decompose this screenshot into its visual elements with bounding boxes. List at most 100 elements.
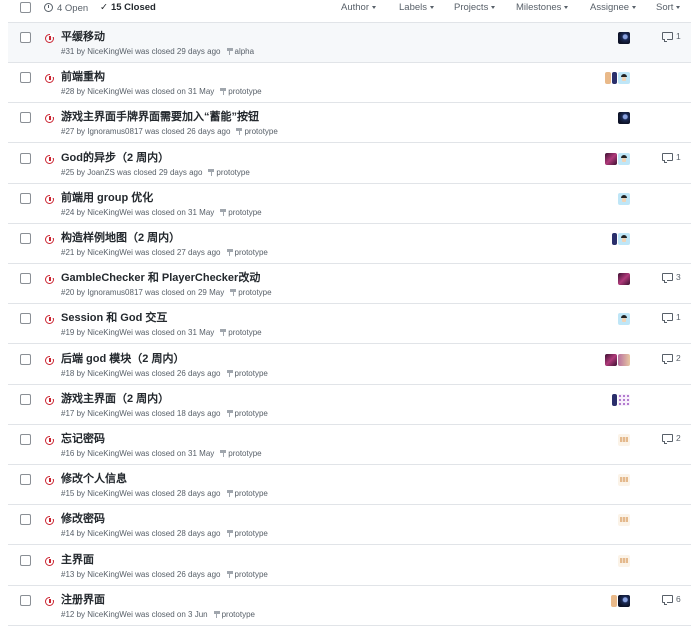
milestones-filter-dropdown[interactable]: Milestones [516,2,569,14]
milestone-link[interactable]: prototype [226,570,268,580]
avatar[interactable] [605,72,611,85]
issue-title-link[interactable]: 前端用 group 优化 [61,191,153,205]
issue-checkbox[interactable] [20,273,31,285]
issue-checkbox[interactable] [20,313,31,325]
issue-row[interactable]: 注册界面 #12 by NiceKingWei was closed on 3 J… [8,585,691,626]
issue-title-link[interactable]: 后端 god 模块（2 周内） [61,352,184,366]
milestone-link[interactable]: prototype [213,610,255,620]
issue-title-link[interactable]: 忘记密码 [61,432,105,446]
issue-checkbox[interactable] [20,32,31,43]
comments-link[interactable]: 1 [662,311,681,324]
avatar[interactable] [618,233,630,245]
avatar[interactable] [618,434,630,446]
avatar[interactable] [618,192,630,205]
issue-title-link[interactable]: 注册界面 [61,593,105,607]
issue-checkbox[interactable] [20,353,31,365]
milestone-link[interactable]: prototype [226,369,268,379]
avatar[interactable] [618,514,630,527]
milestone-link[interactable]: prototype [226,489,268,499]
issue-title-link[interactable]: 修改密码 [61,512,105,526]
avatar[interactable] [618,112,630,125]
issue-checkbox[interactable] [20,112,31,124]
issue-row[interactable]: GambleChecker 和 PlayerChecker改动 #20 by Ig… [8,264,691,305]
select-all-checkbox[interactable] [20,2,31,13]
comments-link[interactable]: 6 [662,593,681,605]
comments-link[interactable]: 2 [662,352,681,364]
milestone-link[interactable]: prototype [230,288,272,298]
issue-title-link[interactable]: GambleChecker 和 PlayerChecker改动 [61,271,260,285]
avatar[interactable] [605,353,617,366]
issue-row[interactable]: 忘记密码 #16 by NiceKingWei was closed on 31 … [8,425,691,465]
issue-row[interactable]: God的异步（2 周内） #25 by JoanZS was closed 29 … [8,143,691,184]
issue-row[interactable]: 前端重构 #28 by NiceKingWei was closed on 31 … [8,63,691,104]
issue-checkbox[interactable] [20,192,31,204]
avatar[interactable] [618,32,630,44]
comments-link[interactable]: 2 [662,432,681,444]
closed-issues-filter[interactable]: ✓ 15 Closed [100,2,156,14]
avatar[interactable] [612,233,617,245]
milestone-link[interactable]: prototype [220,449,262,459]
issue-row[interactable]: 修改个人信息 #15 by NiceKingWei was closed 28 d… [8,465,691,506]
issue-title-link[interactable]: 主界面 [61,553,94,567]
milestone-link[interactable]: prototype [220,87,262,97]
avatar[interactable] [618,353,630,366]
milestone-link[interactable]: prototype [226,409,268,419]
issue-row[interactable]: 游戏主界面手牌界面需要加入“蓄能”按钮 #27 by Ignoramus0817 … [8,103,691,144]
issue-row[interactable]: 前端用 group 优化 #24 by NiceKingWei was close… [8,183,691,224]
issue-row[interactable]: 后端 god 模块（2 周内） #18 by NiceKingWei was cl… [8,344,691,385]
issue-title-link[interactable]: 构造样例地图（2 周内） [61,231,180,245]
milestone-link[interactable]: prototype [220,328,262,338]
milestone-link[interactable]: prototype [208,168,250,178]
issue-row[interactable]: 主界面 #13 by NiceKingWei was closed 26 days… [8,545,691,586]
avatar[interactable] [618,594,630,607]
avatar[interactable] [618,474,630,487]
issue-title-link[interactable]: 游戏主界面（2 周内） [61,392,169,406]
projects-filter-dropdown[interactable]: Projects [454,2,496,14]
avatar[interactable] [612,72,617,85]
issue-title-link[interactable]: 修改个人信息 [61,472,127,486]
comments-link[interactable]: 1 [662,151,681,163]
issue-checkbox[interactable] [20,474,31,486]
milestone-link[interactable]: prototype [226,529,268,539]
issue-checkbox[interactable] [20,72,31,84]
issue-title-link[interactable]: 游戏主界面手牌界面需要加入“蓄能”按钮 [61,110,259,124]
avatar[interactable] [605,152,617,165]
avatar[interactable] [611,594,617,607]
issue-title-link[interactable]: God的异步（2 周内） [61,151,169,165]
issue-checkbox[interactable] [20,393,31,405]
avatar[interactable] [618,554,630,567]
issue-row[interactable]: 游戏主界面（2 周内） #17 by NiceKingWei was closed… [8,384,691,425]
issue-row[interactable]: 修改密码 #14 by NiceKingWei was closed 28 day… [8,505,691,546]
issue-checkbox[interactable] [20,554,31,566]
milestone-link[interactable]: prototype [220,208,262,218]
issue-checkbox[interactable] [20,434,31,445]
comments-link[interactable]: 3 [662,271,681,284]
issue-title-link[interactable]: Session 和 God 交互 [61,311,167,325]
milestone-link[interactable]: prototype [236,127,278,137]
milestone-link[interactable]: prototype [226,248,268,258]
avatar[interactable] [618,393,630,406]
sort-dropdown[interactable]: Sort [656,2,681,14]
issue-row[interactable]: 构造样例地图（2 周内） #21 by NiceKingWei was close… [8,224,691,264]
avatar[interactable] [618,72,630,85]
issue-row[interactable]: 平缓移动 #31 by NiceKingWei was closed 29 day… [8,23,691,63]
milestone-link[interactable]: alpha [226,47,254,57]
avatar[interactable] [618,152,630,165]
issue-checkbox[interactable] [20,594,31,606]
labels-filter-dropdown[interactable]: Labels [399,2,434,14]
issue-checkbox[interactable] [20,152,31,164]
issue-title-link[interactable]: 平缓移动 [61,30,105,44]
issue-row[interactable]: Session 和 God 交互 #19 by NiceKingWei was c… [8,304,691,345]
open-issues-filter[interactable]: 4 Open [44,2,88,15]
assignee-filter-dropdown[interactable]: Assignee [590,2,637,14]
assignee-avatars [618,273,630,286]
avatar[interactable] [612,393,617,406]
avatar[interactable] [618,313,630,326]
comments-link[interactable]: 1 [662,30,681,42]
chevron-down-icon [632,6,637,9]
avatar[interactable] [618,273,630,286]
author-filter-dropdown[interactable]: Author [341,2,376,14]
issue-title-link[interactable]: 前端重构 [61,70,105,84]
issue-checkbox[interactable] [20,514,31,526]
issue-checkbox[interactable] [20,233,31,244]
